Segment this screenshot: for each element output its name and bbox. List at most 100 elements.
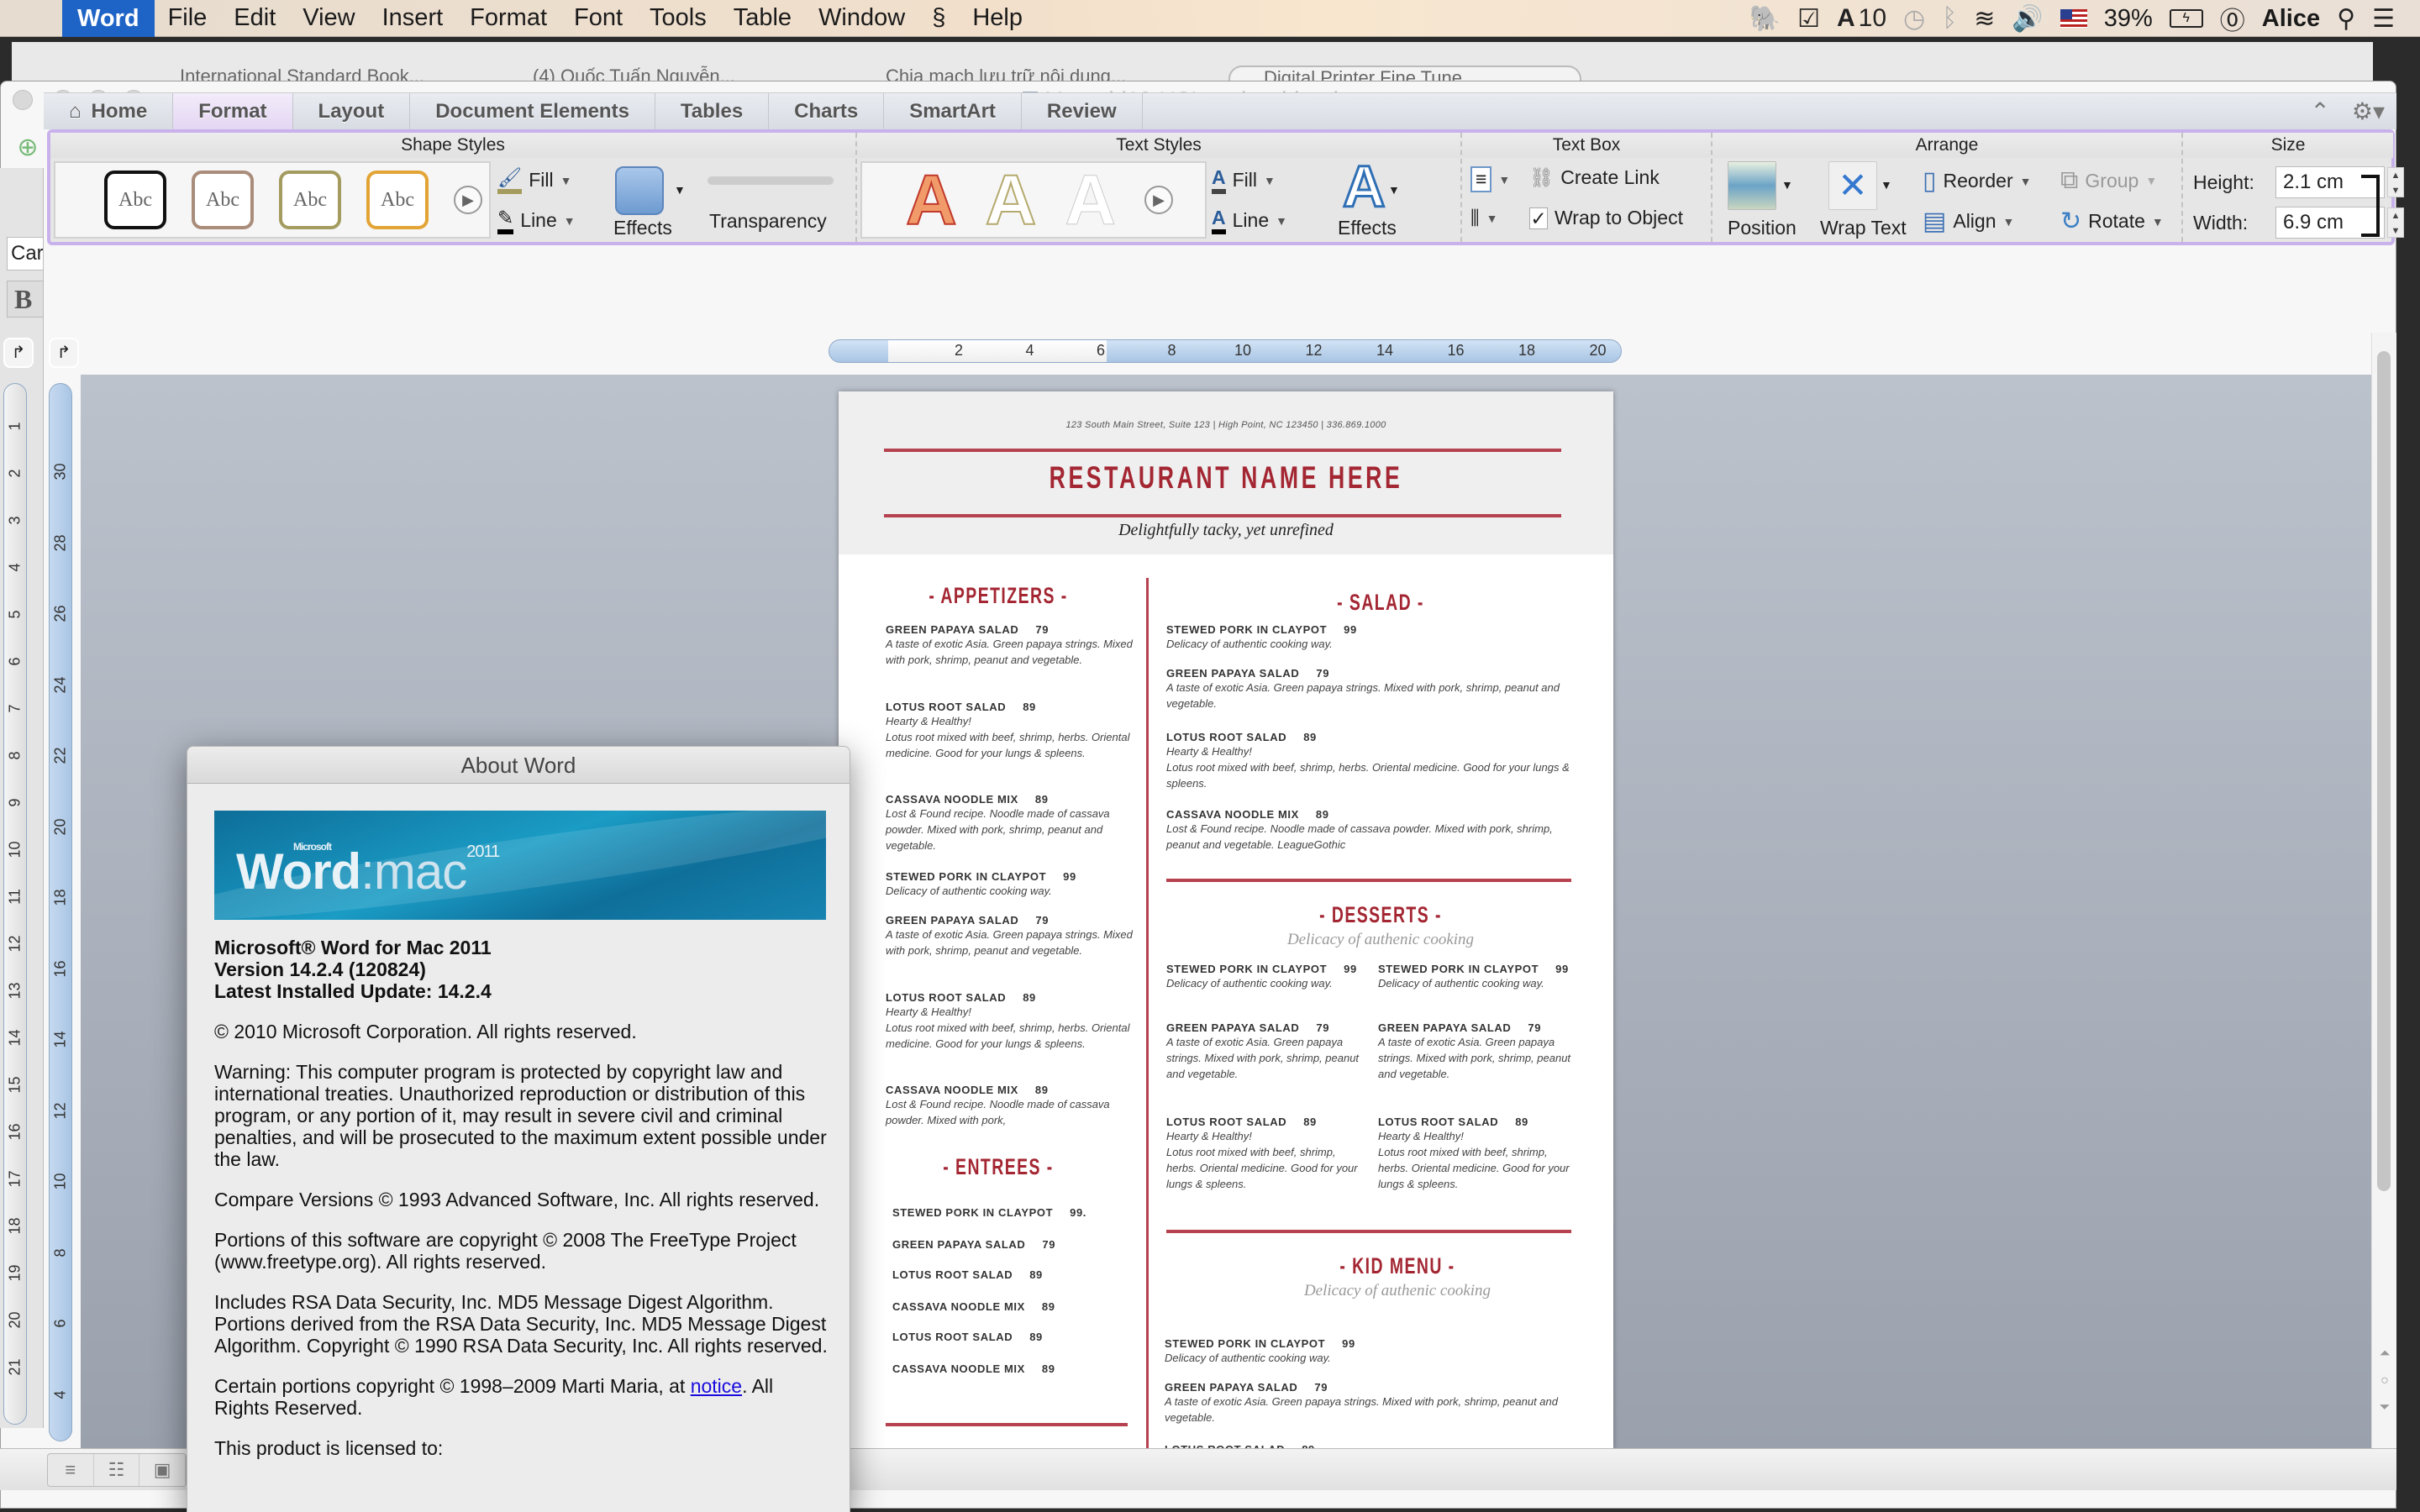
text-direction-button[interactable]: ≡ ▼ bbox=[1470, 166, 1510, 192]
tab-charts[interactable]: Charts bbox=[769, 92, 885, 130]
text-style-swatch-orange[interactable]: A bbox=[905, 164, 958, 236]
tab-layout[interactable]: Layout bbox=[293, 92, 411, 130]
scrollbar-thumb[interactable] bbox=[2377, 351, 2391, 1191]
menu-edit[interactable]: Edit bbox=[220, 4, 289, 32]
tab-stop-selector[interactable]: ↱ bbox=[3, 338, 34, 368]
item-price: 79 bbox=[1316, 667, 1330, 680]
item-name-text: CASSAVA NOODLE MIX bbox=[892, 1362, 1025, 1375]
reorder-button[interactable]: ▯ Reorder ▼ bbox=[1923, 166, 2031, 196]
collapse-ribbon-icon[interactable]: ⌃ bbox=[2310, 93, 2329, 130]
tab-format[interactable]: Format bbox=[173, 92, 293, 130]
user-name[interactable]: Alice bbox=[2262, 5, 2320, 33]
text-effects-label[interactable]: Effects bbox=[1338, 217, 1397, 239]
wrap-text-icon[interactable]: ✕ bbox=[1828, 161, 1877, 210]
width-stepper[interactable]: ▲ ▼ bbox=[2387, 207, 2404, 238]
menu-font[interactable]: Font bbox=[560, 4, 636, 32]
time-machine-icon[interactable]: ◷ bbox=[1903, 4, 1925, 34]
wrap-text-label[interactable]: Wrap Text bbox=[1820, 217, 1907, 239]
item-price: 89 bbox=[1515, 1116, 1528, 1128]
gallery-more-arrow-icon[interactable]: ▶ bbox=[1144, 186, 1174, 214]
vertical-scrollbar[interactable]: ⏶ ○ ⏷ bbox=[2371, 333, 2396, 1450]
menu-view[interactable]: View bbox=[289, 4, 368, 32]
tab-smartart[interactable]: SmartArt bbox=[884, 92, 1022, 130]
tab-home[interactable]: ⌂ Home bbox=[44, 92, 174, 130]
publishing-layout-view-icon[interactable]: ▣ bbox=[139, 1454, 187, 1486]
next-page-icon[interactable]: ⏷ bbox=[2374, 1394, 2396, 1421]
chevron-down-icon[interactable]: ▼ bbox=[1781, 178, 1793, 192]
tab-document-elements[interactable]: Document Elements bbox=[410, 92, 655, 130]
input-source-flag-icon[interactable] bbox=[2060, 9, 2087, 28]
tab-stop-selector[interactable]: ↱ bbox=[49, 338, 79, 368]
shape-style-swatch[interactable]: Abc bbox=[279, 171, 341, 229]
rotate-button[interactable]: ↻ Rotate ▼ bbox=[2060, 207, 2164, 236]
shape-style-swatch[interactable]: Abc bbox=[104, 171, 166, 229]
create-link-button[interactable]: ⛓ Create Link bbox=[1529, 166, 1660, 189]
vertical-ruler[interactable]: 30 28 26 24 22 20 18 16 14 12 10 8 6 4 bbox=[49, 383, 72, 1441]
transparency-slider[interactable] bbox=[708, 176, 834, 185]
shape-effects-label[interactable]: Effects bbox=[613, 217, 672, 239]
text-effects-icon[interactable]: A bbox=[1342, 153, 1387, 221]
text-line-button[interactable]: A Line ▼ bbox=[1212, 207, 1287, 234]
evernote-icon[interactable]: 🐘 bbox=[1749, 4, 1781, 34]
background-browser-tabs: International Standard Book... (4) Quốc … bbox=[12, 42, 2373, 91]
power-icon[interactable]: ⓪ bbox=[2220, 0, 2245, 37]
previous-page-icon[interactable]: ⏶ bbox=[2374, 1341, 2396, 1368]
shape-effects-icon[interactable] bbox=[615, 166, 664, 215]
notice-link[interactable]: notice bbox=[691, 1375, 742, 1397]
item-price: 89 bbox=[1315, 808, 1329, 821]
draft-view-icon[interactable]: ≡ bbox=[48, 1454, 94, 1486]
ribbon-settings-gear-icon[interactable]: ⚙▾ bbox=[2352, 93, 2385, 130]
shape-style-swatch[interactable]: Abc bbox=[192, 171, 254, 229]
adobe-icon[interactable]: A 10 bbox=[1837, 4, 1886, 33]
font-name-field[interactable]: Car bbox=[7, 237, 44, 270]
menu-window[interactable]: Window bbox=[805, 4, 918, 32]
item-price: 89 bbox=[1303, 731, 1317, 743]
shape-line-button[interactable]: ✎ Line ▼ bbox=[497, 207, 576, 234]
notification-center-icon[interactable]: ☰ bbox=[2372, 4, 2395, 34]
position-icon[interactable] bbox=[1728, 161, 1776, 210]
menu-tools[interactable]: Tools bbox=[636, 4, 720, 32]
checkmark-status-icon[interactable]: ☑ bbox=[1797, 4, 1820, 34]
spotlight-search-icon[interactable]: ⚲ bbox=[2337, 4, 2355, 34]
gallery-more-arrow-icon[interactable]: ▶ bbox=[454, 186, 482, 214]
outline-view-icon[interactable]: ☷ bbox=[94, 1454, 140, 1486]
script-menu-icon[interactable]: § bbox=[918, 4, 959, 32]
menu-table[interactable]: Table bbox=[720, 4, 805, 32]
tab-review[interactable]: Review bbox=[1022, 92, 1143, 130]
new-from-template-icon[interactable]: ⊕ bbox=[9, 129, 46, 165]
menu-app-word[interactable]: Word bbox=[62, 0, 155, 37]
tab-tables[interactable]: Tables bbox=[655, 92, 770, 130]
position-label[interactable]: Position bbox=[1728, 217, 1797, 239]
lock-aspect-ratio-icon[interactable] bbox=[2361, 175, 2380, 237]
text-style-swatch-outline[interactable]: A bbox=[985, 164, 1038, 236]
bold-button[interactable]: B bbox=[7, 281, 44, 318]
wifi-icon[interactable]: ≋ bbox=[1974, 4, 1995, 34]
document-page[interactable]: 123 South Main Street, Suite 123 | High … bbox=[839, 391, 1613, 1450]
chevron-down-icon[interactable]: ▼ bbox=[1388, 183, 1400, 197]
button-label: Reorder bbox=[1943, 170, 2013, 192]
bluetooth-icon[interactable]: ᛒ bbox=[1942, 4, 1957, 33]
battery-icon[interactable]: ϟ bbox=[2169, 9, 2203, 28]
wrap-to-object-checkbox[interactable]: ✓ Wrap to Object bbox=[1529, 207, 1683, 229]
text-fill-button[interactable]: A Fill ▼ bbox=[1212, 166, 1276, 194]
menu-format[interactable]: Format bbox=[456, 4, 560, 32]
menu-help[interactable]: Help bbox=[959, 4, 1036, 32]
browse-object-icon[interactable]: ○ bbox=[2374, 1368, 2396, 1394]
volume-icon[interactable]: 🔊 bbox=[2012, 4, 2043, 34]
chevron-down-icon[interactable]: ▼ bbox=[1881, 178, 1892, 192]
text-alignment-button[interactable]: ⫼ ▼ bbox=[1470, 207, 1497, 229]
menu-item: STEWED PORK IN CLAYPOT 99. bbox=[892, 1206, 1136, 1219]
shape-fill-button[interactable]: 🖌 Fill ▼ bbox=[497, 166, 571, 194]
chevron-down-icon[interactable]: ▼ bbox=[674, 183, 686, 197]
restaurant-address: 123 South Main Street, Suite 123 | High … bbox=[1065, 420, 1386, 430]
group-button[interactable]: ⧉ Group ▼ bbox=[2060, 166, 2157, 195]
align-button[interactable]: ▤ Align ▼ bbox=[1923, 207, 2014, 236]
shape-style-swatch[interactable]: Abc bbox=[366, 171, 429, 229]
item-price: 89 bbox=[1303, 1116, 1317, 1128]
text-style-swatch-white[interactable]: A bbox=[1065, 165, 1117, 236]
menu-insert[interactable]: Insert bbox=[369, 4, 457, 32]
height-stepper[interactable]: ▲ ▼ bbox=[2387, 167, 2404, 197]
menu-file[interactable]: File bbox=[155, 4, 221, 32]
page-navigation-buttons: ⏶ ○ ⏷ bbox=[2374, 1341, 2396, 1425]
horizontal-ruler[interactable]: 2 4 6 8 10 12 14 16 18 20 bbox=[829, 339, 1622, 363]
